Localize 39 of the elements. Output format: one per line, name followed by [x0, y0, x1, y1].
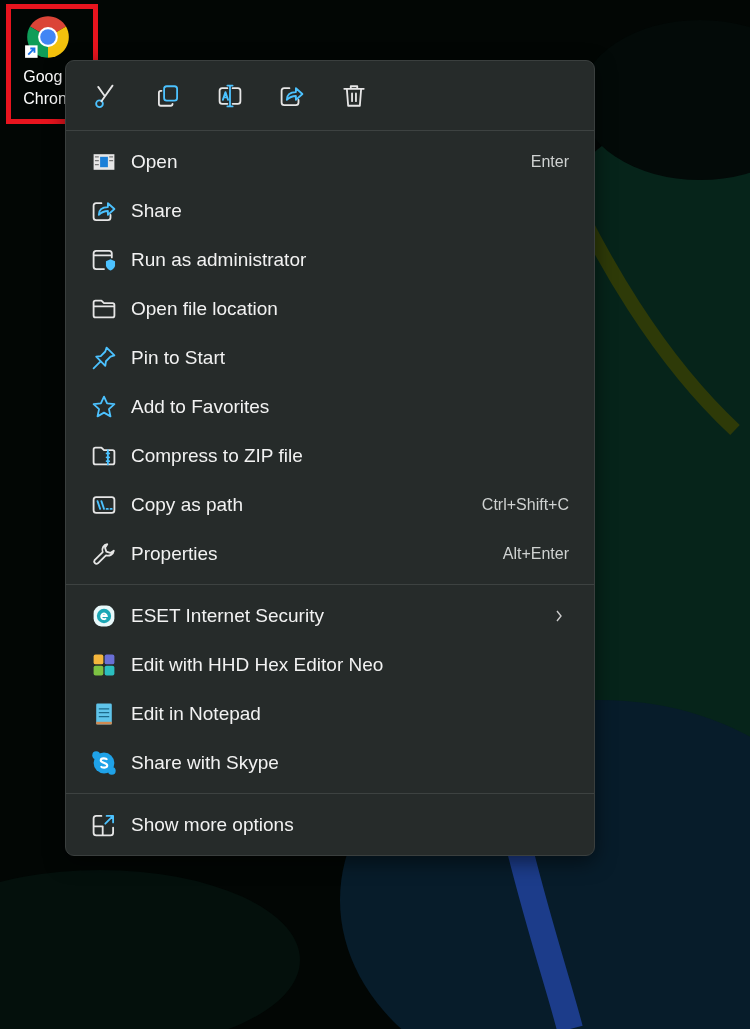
- menu-item-label: Edit in Notepad: [131, 702, 262, 725]
- menu-item-label: Share with Skype: [131, 751, 280, 774]
- menu-item[interactable]: Share with Skype: [71, 738, 589, 787]
- menu-item-label: Open: [131, 150, 179, 173]
- shortcut-label: Enter: [530, 152, 569, 171]
- menu-item-label: Share: [131, 199, 183, 222]
- s-bubble-icon: [91, 749, 117, 776]
- menu-item-label: Open file location: [131, 297, 279, 320]
- menu-item[interactable]: Compress to ZIP file: [71, 431, 589, 481]
- menu-item[interactable]: Add to Favorites: [71, 382, 589, 432]
- copy-icon: [155, 82, 181, 109]
- menu-item-label: Run as administrator: [131, 248, 308, 271]
- trash-icon: [341, 82, 367, 109]
- menu-item[interactable]: Share: [71, 186, 589, 236]
- menu-item-label: Copy as path: [131, 493, 244, 516]
- menu-item[interactable]: ESET Internet Security: [71, 591, 589, 640]
- menu-item[interactable]: Edit with HHD Hex Editor Neo: [71, 640, 589, 689]
- menu-item-label: ESET Internet Security: [131, 604, 325, 627]
- menu-item[interactable]: Copy as path Ctrl+Shift+C: [71, 480, 589, 530]
- menu-item[interactable]: Run as administrator: [71, 235, 589, 285]
- pin-icon: [91, 344, 117, 371]
- menu-item[interactable]: Properties Alt+Enter: [71, 529, 589, 579]
- menu-item-label: Compress to ZIP file: [131, 444, 304, 467]
- wrench-icon: [91, 540, 117, 567]
- menu-item[interactable]: Edit in Notepad: [71, 689, 589, 738]
- shortcut-label: Ctrl+Shift+C: [481, 495, 569, 514]
- menu-item[interactable]: Show more options: [71, 800, 589, 849]
- star-icon: [91, 393, 117, 420]
- menu-item-label: Add to Favorites: [131, 395, 271, 418]
- menu-item[interactable]: Open file location: [71, 284, 589, 334]
- menu-item-label: Properties: [131, 542, 219, 565]
- shortcut-label: Alt+Enter: [502, 544, 569, 563]
- menu-item[interactable]: Open Enter: [71, 137, 589, 187]
- menu-item[interactable]: Pin to Start: [71, 333, 589, 383]
- icon-label: Goog: [23, 67, 63, 87]
- menu-item-label: Pin to Start: [131, 346, 226, 369]
- menu-item-label: Edit with HHD Hex Editor Neo: [131, 653, 385, 676]
- menu-item-label: Show more options: [131, 813, 295, 836]
- rename-icon: [217, 82, 243, 109]
